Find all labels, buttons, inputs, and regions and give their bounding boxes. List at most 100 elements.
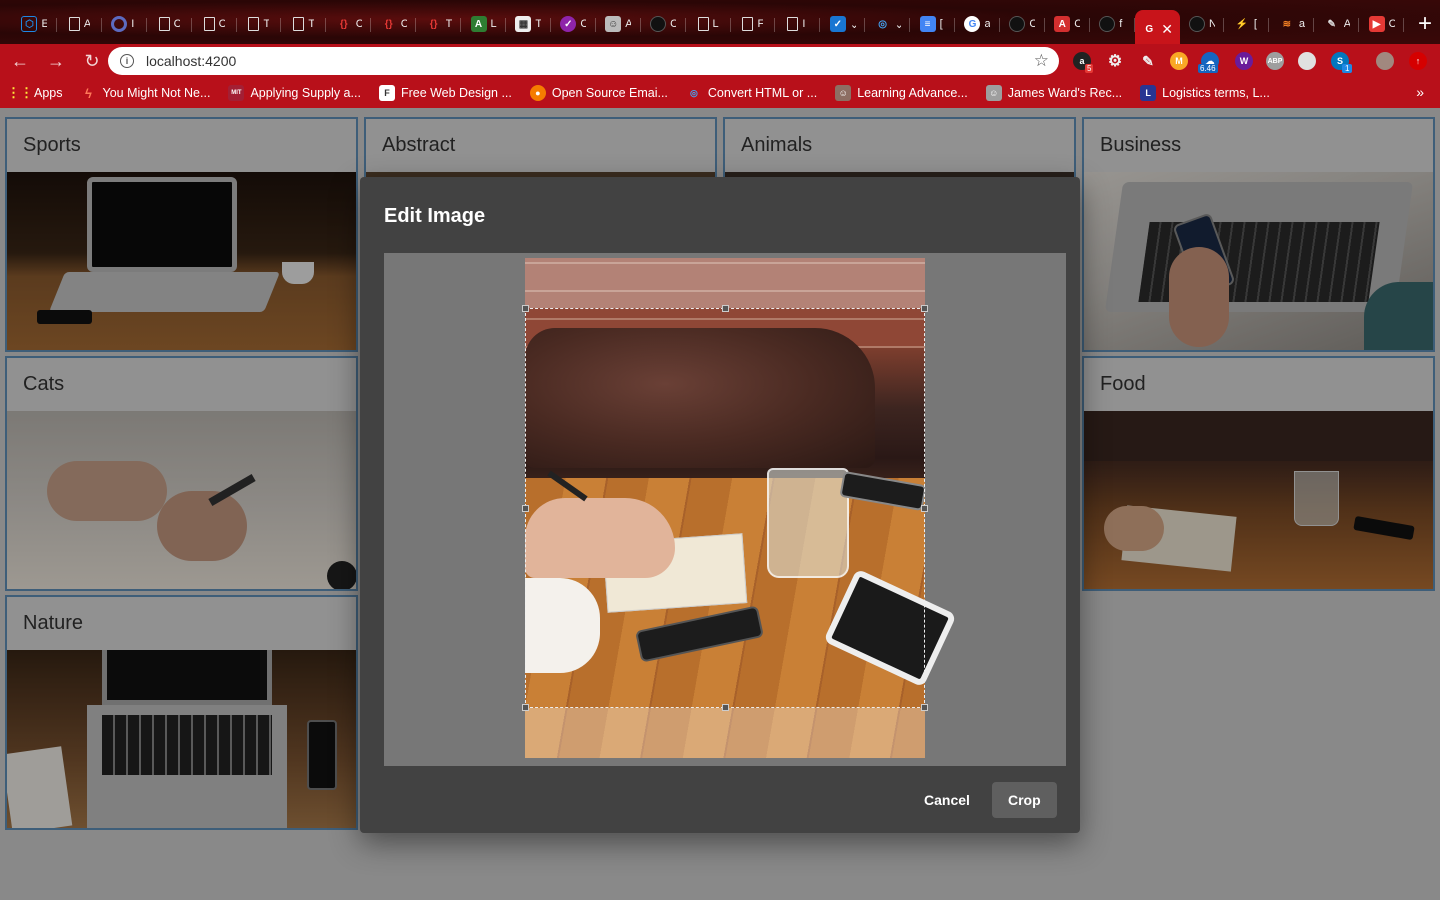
bookmark-7[interactable]: ☺ James Ward's Rec...: [985, 85, 1122, 101]
bookmarks-overflow-icon[interactable]: »: [1416, 84, 1424, 100]
bookmark-3[interactable]: F Free Web Design ...: [378, 85, 512, 101]
pen-icon: ✎: [1327, 18, 1336, 30]
code-icon: A: [470, 16, 487, 32]
tab-28[interactable]: ⚡[: [1224, 9, 1270, 39]
tab-6[interactable]: T: [237, 9, 282, 39]
tab-23[interactable]: C: [1000, 9, 1045, 39]
crop-handle-right[interactable]: [921, 505, 928, 512]
bookmark-5[interactable]: ◎ Convert HTML or ...: [686, 85, 817, 101]
hubspot-icon: ϟ: [85, 85, 92, 101]
tab-20[interactable]: ◎ ⌄: [865, 9, 911, 39]
gear-icon[interactable]: ⚙: [1106, 52, 1124, 70]
abp-icon[interactable]: ABP: [1266, 52, 1284, 70]
tab-5[interactable]: C: [192, 9, 237, 39]
tab-4[interactable]: C: [147, 9, 192, 39]
bookmark-6[interactable]: ☺ Learning Advance...: [835, 85, 968, 101]
l-icon: L: [1140, 85, 1157, 101]
bookmark-1[interactable]: ϟ You Might Not Ne...: [81, 85, 210, 101]
tab-8[interactable]: {} C: [326, 9, 372, 39]
github-icon: [1009, 16, 1026, 32]
bookmark-8[interactable]: L Logistics terms, L...: [1140, 85, 1270, 101]
youtube-icon: ▶: [1368, 16, 1385, 32]
tab-12[interactable]: ▦ T: [506, 9, 551, 39]
profile-avatar-icon[interactable]: [1376, 52, 1394, 70]
google-icon: G: [964, 16, 981, 32]
tab-27[interactable]: N: [1180, 9, 1225, 39]
tab-31[interactable]: ▶ C: [1359, 9, 1405, 39]
stack-icon: ≋: [1282, 18, 1292, 30]
tab-22[interactable]: Ga: [955, 9, 1000, 39]
new-tab-button[interactable]: +: [1410, 9, 1440, 39]
tab-10[interactable]: {} T: [416, 9, 461, 39]
crop-selection-box[interactable]: [522, 305, 928, 711]
crop-handle-bottom-left[interactable]: [522, 704, 529, 711]
crop-handle-top[interactable]: [722, 305, 729, 312]
bookmark-star-icon[interactable]: ☆: [1034, 51, 1049, 71]
crop-mask-bottom: [525, 708, 925, 758]
mit-icon: MIT: [228, 85, 245, 101]
tab-3[interactable]: I: [102, 9, 147, 39]
bookmark-2[interactable]: MIT Applying Supply a...: [228, 85, 361, 101]
tab-14[interactable]: ☺ A: [596, 9, 641, 39]
stack-badge: 1: [1342, 64, 1353, 73]
back-arrow-icon[interactable]: ←: [4, 45, 36, 77]
crop-button[interactable]: Crop: [992, 782, 1057, 818]
tab-13[interactable]: ✓ C: [551, 9, 596, 39]
address-bar[interactable]: i localhost:4200 ☆: [108, 47, 1059, 75]
page-icon: [248, 17, 260, 31]
tab-2[interactable]: A: [57, 9, 102, 39]
browser-toolbar: ← → ↻ i localhost:4200 ☆ a ⚙ ✎ M ☁ W ABP…: [0, 44, 1440, 78]
github-icon: [1189, 16, 1206, 32]
address-bar-url[interactable]: localhost:4200: [146, 53, 236, 69]
tab-29[interactable]: ≋ a: [1269, 9, 1315, 39]
crop-handle-top-left[interactable]: [522, 305, 529, 312]
tab-19[interactable]: ✓ ⌄: [820, 9, 866, 39]
avatar-icon: ☺: [605, 16, 622, 32]
angular-icon: ⬡: [21, 16, 38, 32]
tab-active[interactable]: G ✕: [1134, 10, 1180, 48]
tab-21[interactable]: ≡[: [910, 9, 955, 39]
cancel-button[interactable]: Cancel: [908, 782, 986, 818]
github-icon: [1099, 16, 1116, 32]
circle-icon[interactable]: [1298, 52, 1316, 70]
update-icon[interactable]: ↑: [1409, 52, 1427, 70]
tab-15[interactable]: C: [641, 9, 686, 39]
pen-icon[interactable]: ✎: [1139, 52, 1157, 70]
tab-30[interactable]: ✎ A: [1314, 9, 1360, 39]
tab-11[interactable]: AL: [461, 9, 506, 39]
dialog-title: Edit Image: [384, 205, 486, 227]
close-tab-icon[interactable]: ✕: [1161, 21, 1173, 38]
tab-25[interactable]: f: [1090, 9, 1135, 39]
forward-arrow-icon[interactable]: →: [40, 45, 72, 77]
email-icon: ●: [529, 85, 546, 101]
crop-handle-left[interactable]: [522, 505, 529, 512]
crop-handle-top-right[interactable]: [921, 305, 928, 312]
braces-icon: {}: [429, 18, 438, 30]
bookmark-4[interactable]: ● Open Source Emai...: [529, 85, 668, 101]
convert-icon: ◎: [689, 87, 698, 98]
crop-mask-top: [525, 258, 925, 308]
tab-1[interactable]: ⬡ E: [12, 9, 57, 39]
reload-icon[interactable]: ↻: [76, 45, 108, 77]
page-icon: [158, 17, 170, 31]
bookmark-apps[interactable]: ⋮⋮ Apps: [7, 85, 63, 101]
docs-icon: ≡: [919, 16, 936, 32]
image-cropper[interactable]: [384, 253, 1066, 766]
tab-7[interactable]: T: [281, 9, 327, 39]
tab-18[interactable]: I: [775, 9, 821, 39]
tab-9[interactable]: {} C: [371, 9, 417, 39]
crop-handle-bottom-right[interactable]: [921, 704, 928, 711]
wappalyzer-icon[interactable]: W: [1235, 52, 1253, 70]
mtext-icon[interactable]: M: [1170, 52, 1188, 70]
tab-24[interactable]: AC: [1045, 9, 1090, 39]
g-icon: G: [1145, 23, 1154, 35]
page-icon: [742, 17, 754, 31]
info-icon[interactable]: i: [120, 54, 134, 68]
bookmarks-bar: ⋮⋮ Apps ϟ You Might Not Ne... MIT Applying …: [0, 78, 1440, 108]
crop-handle-bottom[interactable]: [722, 704, 729, 711]
tab-16[interactable]: L: [686, 9, 731, 39]
github-icon: [650, 16, 667, 32]
tab-17[interactable]: F: [731, 9, 776, 39]
angular-red-icon: A: [1054, 16, 1071, 32]
check-icon: ✓: [560, 16, 577, 32]
